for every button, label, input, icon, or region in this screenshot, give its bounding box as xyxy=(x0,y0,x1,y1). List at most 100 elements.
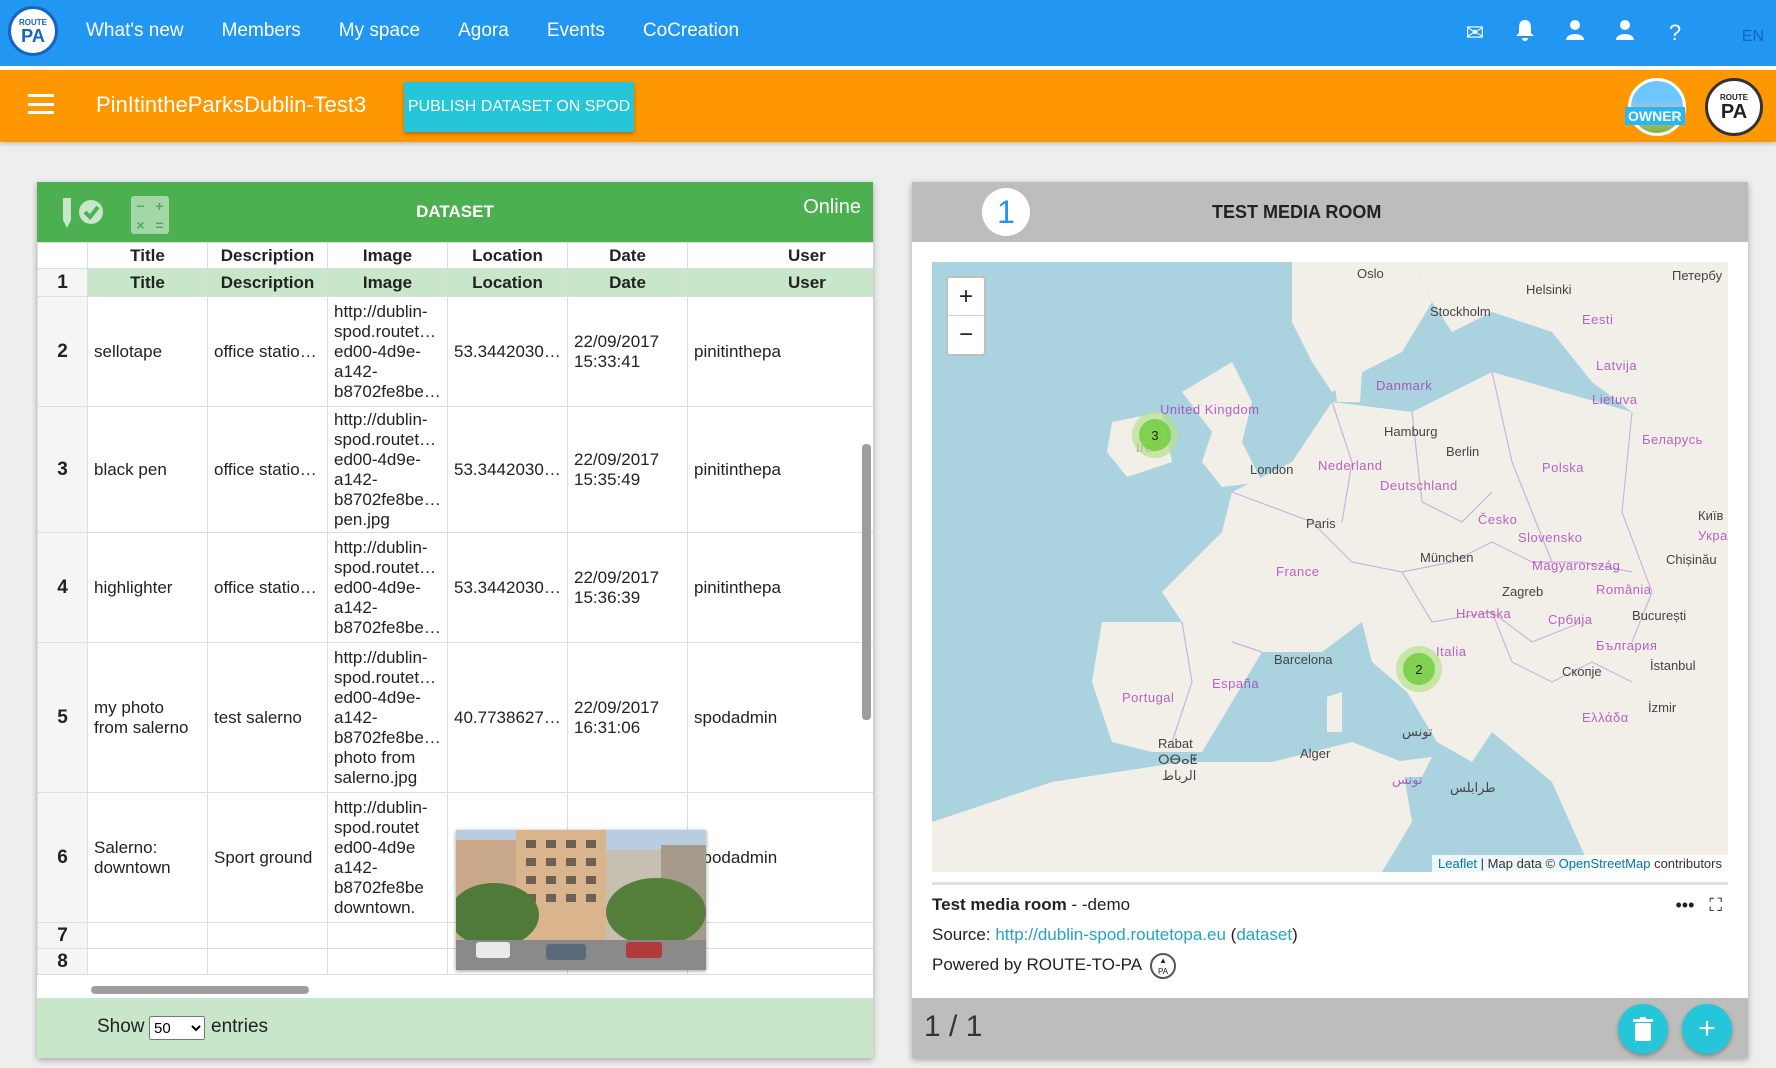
image-cell[interactable] xyxy=(327,948,448,975)
title-cell[interactable]: Title xyxy=(87,268,208,297)
zoom-in-button[interactable]: + xyxy=(948,278,984,316)
profile-icon[interactable] xyxy=(1614,20,1636,46)
description-cell[interactable]: Sport ground xyxy=(207,792,328,923)
date-line: 22/09/2017 xyxy=(574,567,660,587)
row-number[interactable]: 7 xyxy=(37,922,88,949)
bell-icon[interactable] xyxy=(1514,19,1536,47)
route-to-pa-logo[interactable]: ROUTE PA xyxy=(8,6,58,56)
nav-events[interactable]: Events xyxy=(547,20,605,42)
column-header[interactable]: Title xyxy=(87,242,208,269)
row-number[interactable]: 1 xyxy=(37,268,88,297)
zoom-out-button[interactable]: − xyxy=(948,316,984,354)
dataset-header: − + × = DATASET Online xyxy=(37,182,873,242)
table-row[interactable]: 3 black pen office stationary http://dublin… xyxy=(37,406,873,533)
image-cell[interactable]: http://dublin-spod.routetop…ed00-4d9e-a1… xyxy=(327,532,448,643)
user-cell[interactable]: spodadmin xyxy=(687,792,873,923)
row-number[interactable]: 5 xyxy=(37,642,88,793)
hamburger-menu-icon[interactable] xyxy=(28,94,54,114)
map-label: Lietuva xyxy=(1592,392,1638,407)
column-header[interactable]: Location xyxy=(447,242,568,269)
vertical-scrollbar[interactable] xyxy=(862,444,871,720)
row-number[interactable]: 2 xyxy=(37,296,88,407)
leaflet-link[interactable]: Leaflet xyxy=(1438,856,1477,871)
column-header[interactable]: Image xyxy=(327,242,448,269)
title-cell[interactable]: highlighter xyxy=(87,532,208,643)
user-cell[interactable]: pinitinthepa xyxy=(687,406,873,533)
location-cell[interactable]: 53.34420304… xyxy=(447,406,568,533)
mail-icon[interactable]: ✉ xyxy=(1464,20,1486,46)
location-cell[interactable]: Location xyxy=(447,268,568,297)
publish-dataset-button[interactable]: PUBLISH DATASET ON SPOD xyxy=(404,82,634,132)
title-cell[interactable]: sellotape xyxy=(87,296,208,407)
description-cell[interactable] xyxy=(207,922,328,949)
title-cell[interactable] xyxy=(87,922,208,949)
nav-cocreation[interactable]: CoCreation xyxy=(643,20,739,42)
delete-button[interactable] xyxy=(1618,1004,1668,1054)
location-cell[interactable]: 53.34420304… xyxy=(447,532,568,643)
nav-members[interactable]: Members xyxy=(222,20,301,42)
date-cell[interactable]: 22/09/2017 16:31:06 xyxy=(567,642,688,793)
table-row[interactable]: 5 my photo from salerno test salerno http:/… xyxy=(37,642,873,793)
openstreetmap-link[interactable]: OpenStreetMap xyxy=(1559,856,1651,871)
description-cell[interactable]: Description xyxy=(207,268,328,297)
header-data-row[interactable]: 1 Title Description Image Location Date User xyxy=(37,268,873,297)
image-cell[interactable]: http://dublin-spod.routetop…ed00-4d9e-a1… xyxy=(327,642,448,793)
row-number[interactable]: 6 xyxy=(37,792,88,923)
table-row[interactable]: 2 sellotape office stationary http://dublin… xyxy=(37,296,873,407)
map-label: Oslo xyxy=(1357,266,1384,281)
date-cell[interactable]: Date xyxy=(567,268,688,297)
location-cell[interactable]: 53.34420304… xyxy=(447,296,568,407)
row-number[interactable]: 4 xyxy=(37,532,88,643)
nav-whats-new[interactable]: What's new xyxy=(86,20,184,42)
column-header[interactable]: Date xyxy=(567,242,688,269)
user-cell[interactable]: pinitinthepa xyxy=(687,296,873,407)
description-cell[interactable] xyxy=(207,948,328,975)
image-cell[interactable] xyxy=(327,922,448,949)
row-number[interactable]: 3 xyxy=(37,406,88,533)
row-number[interactable]: 8 xyxy=(37,948,88,975)
add-button[interactable]: + xyxy=(1682,1004,1732,1054)
table-row[interactable]: 4 highlighter office stationary http://dubl… xyxy=(37,532,873,643)
help-icon[interactable]: ? xyxy=(1664,20,1686,46)
language-selector[interactable]: EN xyxy=(1742,28,1764,46)
user-icon[interactable] xyxy=(1564,20,1586,46)
page-size-select[interactable]: 50 xyxy=(149,1016,205,1040)
map-view[interactable]: + − Oslo Stockholm Helsinki Петербу Eest… xyxy=(932,262,1728,872)
map-label: Deutschland xyxy=(1380,478,1458,493)
source-link[interactable]: http://dublin-spod.routetopa.eu xyxy=(995,925,1226,944)
map-label: Србија xyxy=(1548,612,1593,627)
user-cell[interactable] xyxy=(687,922,873,949)
image-cell[interactable]: Image xyxy=(327,268,448,297)
date-cell[interactable]: 22/09/2017 15:35:49 xyxy=(567,406,688,533)
title-cell[interactable]: black pen xyxy=(87,406,208,533)
dataset-link[interactable]: dataset xyxy=(1236,925,1292,944)
image-cell[interactable]: http://dublin-spod.routetop…ed00-4d9e-a1… xyxy=(327,296,448,407)
map-cluster-marker[interactable]: 2 xyxy=(1396,646,1442,692)
more-options-icon[interactable]: ••• xyxy=(1675,895,1694,915)
fullscreen-icon[interactable]: ⛶ xyxy=(1709,895,1722,915)
image-cell[interactable]: http://dublin-spod.routetop…ed00-4d9e-a1… xyxy=(327,406,448,533)
title-cell[interactable]: my photo from salerno xyxy=(87,642,208,793)
user-cell[interactable]: User xyxy=(687,268,873,297)
date-cell[interactable]: 22/09/2017 15:36:39 xyxy=(567,532,688,643)
description-cell[interactable]: test salerno xyxy=(207,642,328,793)
title-cell[interactable] xyxy=(87,948,208,975)
user-cell[interactable] xyxy=(687,948,873,975)
map-cluster-marker[interactable]: 3 xyxy=(1132,412,1178,458)
location-cell[interactable]: 40.77386275… xyxy=(447,642,568,793)
column-header[interactable]: Description xyxy=(207,242,328,269)
column-header[interactable]: User xyxy=(687,242,873,269)
description-cell[interactable]: office stationary xyxy=(207,532,328,643)
description-cell[interactable]: office stationary xyxy=(207,406,328,533)
user-cell[interactable]: spodadmin xyxy=(687,642,873,793)
user-cell[interactable]: pinitinthepa xyxy=(687,532,873,643)
description-cell[interactable]: office stationary xyxy=(207,296,328,407)
nav-agora[interactable]: Agora xyxy=(458,20,509,42)
nav-my-space[interactable]: My space xyxy=(339,20,420,42)
date-cell[interactable]: 22/09/2017 15:33:41 xyxy=(567,296,688,407)
horizontal-scrollbar[interactable] xyxy=(91,986,309,994)
title-cell[interactable]: Salerno: downtown xyxy=(87,792,208,923)
image-cell[interactable]: http://dublin-spod.routet ed00-4d9e a142- b… xyxy=(327,792,448,923)
owner-avatar[interactable]: OWNER xyxy=(1625,78,1686,136)
route-to-pa-avatar[interactable]: ROUTE PA xyxy=(1705,78,1763,136)
